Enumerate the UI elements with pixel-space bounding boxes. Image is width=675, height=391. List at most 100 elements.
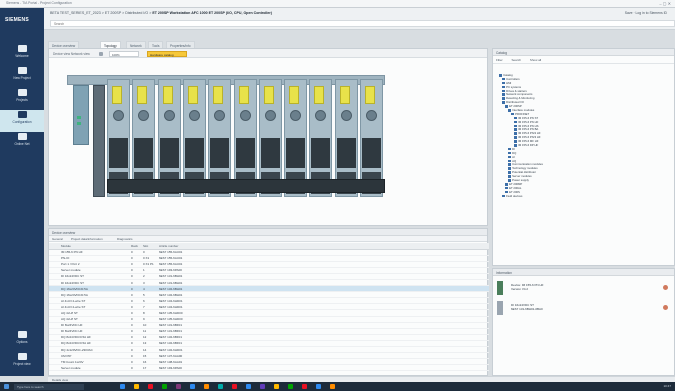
connector-icon bbox=[113, 110, 124, 121]
zoom-select[interactable]: 100% bbox=[109, 50, 139, 57]
nav-project-view[interactable]: Project view bbox=[0, 352, 44, 374]
details-tabs: General Project data/information Diagnos… bbox=[49, 236, 487, 242]
siemens-logo: SIEMENS bbox=[0, 8, 44, 30]
nav-configuration[interactable]: Configuration bbox=[0, 110, 44, 132]
bus-adapter[interactable] bbox=[93, 85, 105, 197]
device-editor: Device view Network view 100% Hardware c… bbox=[48, 48, 488, 226]
tab-network[interactable]: Network bbox=[126, 41, 146, 48]
terminal-block bbox=[260, 138, 280, 168]
taskbar-app-icon[interactable] bbox=[190, 384, 195, 389]
os-taskbar: Type here to search 10:47 bbox=[0, 382, 675, 391]
details-tab-project-data[interactable]: Project data/information bbox=[71, 237, 103, 241]
taskbar-app-icon[interactable] bbox=[218, 384, 223, 389]
search-box[interactable] bbox=[50, 20, 675, 27]
app-header: SIEMENS BETA TEST_SERIES_ET_2023 > ET 20… bbox=[0, 8, 675, 30]
taskbar-app-icon[interactable] bbox=[148, 384, 153, 389]
taskbar-app-icon[interactable] bbox=[274, 384, 279, 389]
terminal-block bbox=[134, 138, 154, 168]
label-strip-icon bbox=[187, 86, 198, 104]
taskbar-app-icon[interactable] bbox=[260, 384, 265, 389]
left-nav: Welcome New Project Projects Configurati… bbox=[0, 30, 44, 376]
info-item[interactable]: Device: IM 155-6 PN HF Version V4.2 bbox=[497, 281, 672, 299]
taskbar-app-icon[interactable] bbox=[176, 384, 181, 389]
window-titlebar: Siemens - TIA Portal - Project Configura… bbox=[0, 0, 675, 8]
terminal-block bbox=[336, 138, 356, 168]
table-row[interactable]: Server module 0 17 6ES7 193-6PA00 bbox=[49, 364, 489, 372]
device-table: Module Rack Slot Article number IM 155-6… bbox=[49, 243, 489, 372]
label-strip-icon bbox=[289, 86, 300, 104]
editor-tabs: Device overview Topology Network Tools P… bbox=[48, 41, 488, 48]
taskbar-app-icon[interactable] bbox=[246, 384, 251, 389]
tree-node[interactable]: Field devices bbox=[499, 194, 674, 198]
search-input[interactable] bbox=[51, 21, 674, 27]
taskbar-app-icon[interactable] bbox=[204, 384, 209, 389]
rack[interactable] bbox=[67, 75, 385, 213]
tab-tools[interactable]: Tools bbox=[148, 41, 164, 48]
breadcrumb-current: ET 200SP Workstation AFC 1000 ET 200SP (… bbox=[152, 11, 273, 15]
label-strip-icon bbox=[314, 86, 325, 104]
terminal-block bbox=[362, 138, 381, 168]
label-strip-icon bbox=[213, 86, 224, 104]
nav-options[interactable]: Options bbox=[0, 330, 44, 352]
nav-projects[interactable]: Projects bbox=[0, 88, 44, 110]
catalog-toolbar: Filter Search Show all bbox=[493, 56, 674, 64]
tab-device-overview[interactable]: Device overview bbox=[48, 41, 80, 48]
terminal-block bbox=[184, 138, 204, 168]
details-header: Device overview bbox=[49, 229, 487, 236]
connector-icon bbox=[290, 110, 302, 121]
connector-icon bbox=[340, 110, 352, 121]
details-panel: Device overview General Project data/inf… bbox=[48, 228, 489, 376]
home-icon bbox=[17, 45, 27, 52]
connector-icon bbox=[366, 110, 377, 121]
hardware-catalog-button[interactable]: Hardware catalog bbox=[147, 50, 187, 57]
nav-welcome[interactable]: Welcome bbox=[0, 44, 44, 66]
details-tab-diagnostics[interactable]: Diagnostics bbox=[117, 237, 133, 241]
tab-topology[interactable]: Topology bbox=[100, 41, 121, 48]
nav-online[interactable]: Online Net bbox=[0, 132, 44, 154]
info-header: Information bbox=[493, 269, 674, 276]
nav-new-project[interactable]: New Project bbox=[0, 66, 44, 88]
terminal-strip bbox=[107, 179, 385, 193]
open-icon[interactable] bbox=[663, 305, 668, 310]
terminal-block bbox=[235, 138, 255, 168]
connector-icon bbox=[239, 110, 251, 121]
taskbar-app-icon[interactable] bbox=[316, 384, 321, 389]
taskbar-app-icon[interactable] bbox=[134, 384, 139, 389]
window-controls[interactable]: – ▢ ✕ bbox=[659, 1, 671, 6]
label-strip-icon bbox=[365, 86, 375, 104]
catalog-header: Catalog bbox=[493, 49, 674, 56]
connector-icon bbox=[163, 110, 175, 121]
taskbar-app-icon[interactable] bbox=[288, 384, 293, 389]
status-led-icon bbox=[77, 122, 81, 125]
filter-button[interactable]: Filter bbox=[496, 58, 503, 62]
taskbar-app-icon[interactable] bbox=[232, 384, 237, 389]
open-icon[interactable] bbox=[663, 285, 668, 290]
status-led-icon bbox=[77, 116, 81, 119]
taskbar-search[interactable]: Type here to search bbox=[14, 383, 84, 390]
details-tab-general[interactable]: General bbox=[52, 237, 63, 241]
connector-icon bbox=[214, 110, 226, 121]
show-all-button[interactable]: Show all bbox=[530, 58, 541, 62]
interface-module[interactable] bbox=[73, 85, 89, 145]
zoom-icon[interactable] bbox=[99, 51, 103, 56]
header-actions[interactable]: Save · Log in to Siemens ID bbox=[625, 11, 667, 15]
taskbar-app-icon[interactable] bbox=[302, 384, 307, 389]
clock: 10:47 bbox=[663, 384, 671, 388]
search-button[interactable]: Search bbox=[512, 58, 522, 62]
label-strip-icon bbox=[339, 86, 350, 104]
taskbar-app-icon[interactable] bbox=[162, 384, 167, 389]
connector-icon bbox=[315, 110, 327, 121]
start-icon[interactable] bbox=[4, 384, 9, 389]
view-switch[interactable]: Device view Network view bbox=[53, 52, 90, 56]
module-thumbnail-icon bbox=[497, 281, 503, 295]
taskbar-app-icon[interactable] bbox=[330, 384, 335, 389]
info-item[interactable]: DI 16x24VDC ST 6ES7 131-6BH01-0BA0 bbox=[497, 301, 672, 319]
editor-toolbar: Device view Network view 100% Hardware c… bbox=[49, 49, 487, 58]
plus-icon bbox=[17, 67, 27, 74]
taskbar-app-icon[interactable] bbox=[120, 384, 125, 389]
folder-icon bbox=[17, 89, 27, 96]
tab-properties[interactable]: Properties/info bbox=[166, 41, 195, 48]
breadcrumb-prefix[interactable]: BETA TEST_SERIES_ET_2023 > ET 200SP > Di… bbox=[50, 11, 152, 15]
breadcrumb: BETA TEST_SERIES_ET_2023 > ET 200SP > Di… bbox=[50, 11, 272, 15]
connector-icon bbox=[188, 110, 200, 121]
